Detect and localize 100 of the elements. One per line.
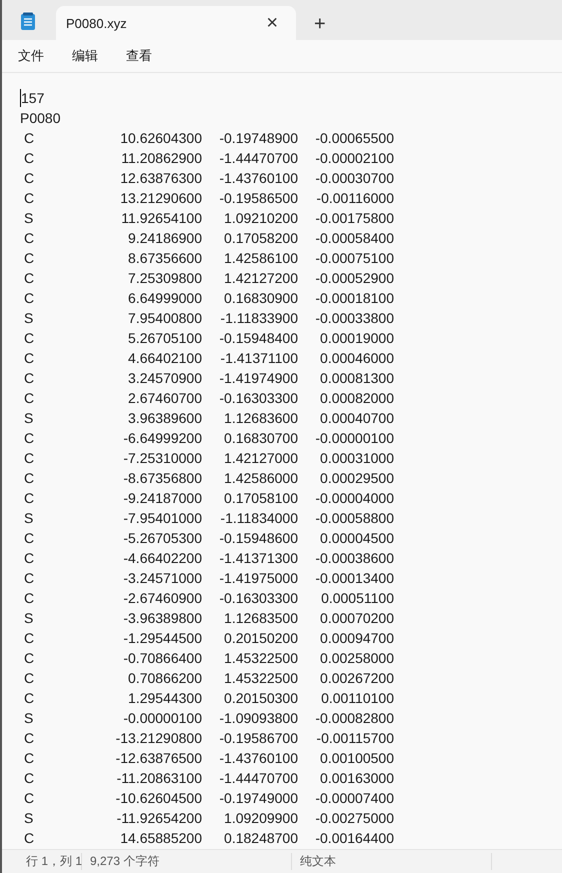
coordinate-value: -0.70866400 bbox=[122, 649, 202, 668]
coordinate-value: 0.00110100 bbox=[320, 689, 394, 708]
element-symbol: S bbox=[23, 609, 34, 628]
coordinate-value: 1.42127200 bbox=[223, 269, 298, 288]
text-cursor bbox=[20, 89, 21, 107]
element-symbol: C bbox=[23, 629, 36, 648]
coordinate-value: 2.67460700 bbox=[127, 389, 202, 408]
close-button[interactable]: × bbox=[260, 13, 284, 33]
coordinate-value: -0.00000100 bbox=[314, 429, 394, 448]
coordinate-value: -1.44470700 bbox=[218, 769, 298, 788]
element-symbol: C bbox=[23, 529, 36, 548]
status-text: 行 1，列 1 bbox=[2, 853, 82, 870]
coordinate-value: -0.00033800 bbox=[314, 309, 394, 328]
coordinate-value: -0.00038600 bbox=[314, 549, 394, 568]
coordinate-value: -0.00007400 bbox=[314, 789, 394, 808]
coordinate-value: -7.95401000 bbox=[122, 509, 202, 528]
coordinate-value: 0.16830700 bbox=[223, 429, 298, 448]
element-symbol: S bbox=[23, 309, 34, 328]
new-tab-button[interactable]: + bbox=[308, 14, 332, 34]
coordinate-value: -0.00000100 bbox=[122, 709, 202, 728]
coordinate-value: 0.70866200 bbox=[127, 669, 202, 688]
coordinate-value: 0.17058100 bbox=[223, 489, 298, 508]
element-symbol: C bbox=[23, 349, 36, 368]
coordinate-value: 9.24186900 bbox=[127, 229, 202, 248]
coordinate-value: -1.41371100 bbox=[219, 349, 298, 368]
element-symbol: S bbox=[23, 509, 34, 528]
coordinate-value: -0.00275000 bbox=[314, 809, 394, 828]
coordinate-value: 1.12683600 bbox=[223, 409, 298, 428]
coordinate-value: -1.41975000 bbox=[218, 569, 298, 588]
coordinate-value: 12.63876300 bbox=[119, 169, 202, 188]
coordinate-value: 11.20862900 bbox=[120, 149, 202, 168]
coordinate-value: -1.09093800 bbox=[218, 709, 298, 728]
coordinate-value: 0.18248700 bbox=[223, 829, 298, 848]
coordinate-value: 0.00004500 bbox=[319, 529, 394, 548]
coordinate-value: 7.25309800 bbox=[127, 269, 202, 288]
notepad-icon bbox=[20, 12, 36, 30]
coordinate-value: -7.25310000 bbox=[122, 449, 202, 468]
element-symbol: S bbox=[23, 409, 34, 428]
coordinate-value: 1.09209900 bbox=[223, 809, 298, 828]
coordinate-value: 1.42127000 bbox=[223, 449, 298, 468]
element-symbol: C bbox=[23, 589, 36, 608]
coordinate-value: 0.00046000 bbox=[319, 349, 394, 368]
coordinate-value: 8.67356600 bbox=[127, 249, 202, 268]
element-symbol: S bbox=[23, 709, 34, 728]
text-line: 157 bbox=[21, 89, 44, 108]
coordinate-value: 0.00100500 bbox=[319, 749, 394, 768]
element-symbol: C bbox=[23, 289, 36, 308]
coordinate-value: 0.00267200 bbox=[319, 669, 394, 688]
coordinate-value: 14.65885200 bbox=[119, 829, 202, 848]
coordinate-value: -0.15948600 bbox=[218, 529, 298, 548]
menu-item[interactable]: 文件 bbox=[18, 47, 44, 65]
coordinate-value: 1.09210200 bbox=[223, 209, 298, 228]
coordinate-value: -0.19748900 bbox=[218, 129, 298, 148]
coordinate-value: 11.92654100 bbox=[120, 209, 202, 228]
coordinate-value: -5.26705300 bbox=[122, 529, 202, 548]
element-symbol: C bbox=[23, 749, 36, 768]
coordinate-value: -0.19586500 bbox=[218, 189, 298, 208]
coordinate-value: 13.21290600 bbox=[119, 189, 202, 208]
coordinate-value: -1.11833900 bbox=[219, 309, 298, 328]
file-tab[interactable]: P0080.xyz × bbox=[56, 6, 296, 40]
coordinate-value: 0.00094700 bbox=[319, 629, 394, 648]
coordinate-value: -1.43760100 bbox=[218, 749, 298, 768]
coordinate-value: -1.41371300 bbox=[218, 549, 298, 568]
menu-item[interactable]: 编辑 bbox=[72, 47, 98, 65]
element-symbol: C bbox=[23, 449, 36, 468]
coordinate-value: -0.00030700 bbox=[314, 169, 394, 188]
coordinate-value: -8.67356800 bbox=[122, 469, 202, 488]
coordinate-value: -9.24187000 bbox=[122, 489, 202, 508]
element-symbol: C bbox=[23, 129, 36, 148]
coordinate-value: -0.00082800 bbox=[314, 709, 394, 728]
coordinate-value: -10.62604500 bbox=[114, 789, 202, 808]
coordinate-value: -13.21290800 bbox=[114, 729, 202, 748]
element-symbol: C bbox=[23, 469, 36, 488]
coordinate-value: -0.00116000 bbox=[315, 189, 394, 208]
element-symbol: C bbox=[23, 669, 36, 688]
coordinate-value: -1.29544500 bbox=[122, 629, 202, 648]
coordinate-value: -11.92654200 bbox=[116, 809, 202, 828]
element-symbol: C bbox=[23, 789, 36, 808]
coordinate-value: -6.64999200 bbox=[122, 429, 202, 448]
coordinate-value: -1.43760100 bbox=[218, 169, 298, 188]
coordinate-value: 7.95400800 bbox=[127, 309, 202, 328]
coordinate-value: -1.11834000 bbox=[219, 509, 298, 528]
coordinate-value: -0.15948400 bbox=[218, 329, 298, 348]
coordinate-value: 0.00081300 bbox=[319, 369, 394, 388]
element-symbol: C bbox=[23, 329, 36, 348]
tab-title: P0080.xyz bbox=[66, 16, 128, 30]
element-symbol: C bbox=[23, 189, 36, 208]
text-line: P0080 bbox=[20, 109, 60, 128]
menu-item[interactable]: 查看 bbox=[126, 47, 152, 65]
element-symbol: C bbox=[23, 229, 36, 248]
coordinate-value: -3.24571000 bbox=[122, 569, 202, 588]
coordinate-value: -0.00018100 bbox=[314, 289, 394, 308]
element-symbol: C bbox=[23, 169, 36, 188]
coordinate-value: -0.00058800 bbox=[314, 509, 394, 528]
element-symbol: C bbox=[23, 729, 36, 748]
coordinate-value: 0.00019000 bbox=[319, 329, 394, 348]
element-symbol: S bbox=[23, 209, 34, 228]
coordinate-value: 0.00051100 bbox=[320, 589, 394, 608]
element-symbol: C bbox=[23, 249, 36, 268]
element-symbol: C bbox=[23, 649, 36, 668]
